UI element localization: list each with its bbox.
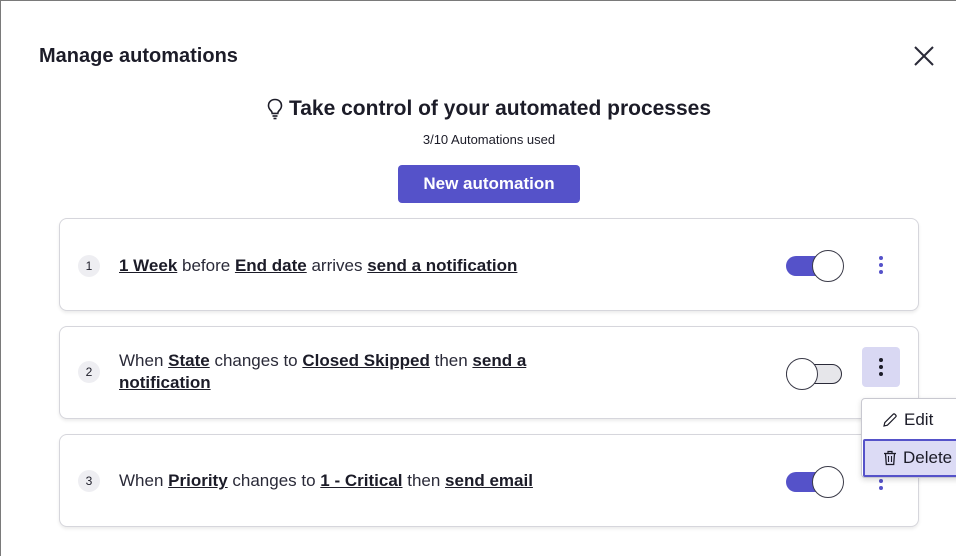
automation-rule: 1 Week before End date arrives send a no… xyxy=(119,256,518,275)
menu-item-label: Edit xyxy=(904,410,934,429)
rule-token-link[interactable]: State xyxy=(168,351,210,370)
rule-token-link[interactable]: 1 - Critical xyxy=(320,471,402,490)
dialog: Manage automations Take control of your … xyxy=(0,0,956,556)
automation-toggle[interactable] xyxy=(786,466,844,498)
automation-index: 3 xyxy=(78,470,100,492)
lightbulb-icon xyxy=(267,98,283,120)
context-menu: Edit Delete xyxy=(861,398,956,478)
kebab-icon xyxy=(879,256,883,274)
automation-toggle[interactable] xyxy=(786,358,844,390)
menu-item-delete[interactable]: Delete xyxy=(863,439,956,477)
rule-token-link[interactable]: send email xyxy=(445,471,533,490)
automation-index: 1 xyxy=(78,255,100,277)
automation-toggle[interactable] xyxy=(786,250,844,282)
kebab-icon xyxy=(879,358,883,376)
automation-index: 2 xyxy=(78,361,100,383)
automation-card-2: 2 When State changes to Closed Skipped t… xyxy=(59,326,919,419)
menu-item-edit[interactable]: Edit xyxy=(862,401,956,439)
more-options-button[interactable] xyxy=(862,245,900,285)
hero-header: Take control of your automated processes xyxy=(1,97,956,125)
close-icon xyxy=(914,46,934,66)
new-automation-button[interactable]: New automation xyxy=(398,165,580,203)
rule-token-link[interactable]: Priority xyxy=(168,471,228,490)
menu-item-label: Delete xyxy=(903,448,953,467)
pencil-icon xyxy=(883,413,897,427)
automation-rule: When Priority changes to 1 - Critical th… xyxy=(119,471,533,490)
dialog-title: Manage automations xyxy=(39,45,238,67)
automations-usage: 3/10 Automations used xyxy=(422,132,556,147)
more-options-button[interactable] xyxy=(862,347,900,387)
rule-token-link[interactable]: End date xyxy=(235,256,307,275)
close-button[interactable] xyxy=(911,43,937,69)
rule-token-link[interactable]: Closed Skipped xyxy=(302,351,430,370)
automation-card-1: 1 1 Week before End date arrives send a … xyxy=(59,218,919,311)
rule-token-link[interactable]: send a notification xyxy=(367,256,517,275)
hero-title: Take control of your automated processes xyxy=(288,97,712,120)
rule-token-link[interactable]: 1 Week xyxy=(119,256,177,275)
automation-card-3: 3 When Priority changes to 1 - Critical … xyxy=(59,434,919,527)
rule-token-link[interactable]: notification xyxy=(119,373,211,392)
rule-token-link[interactable]: send a xyxy=(472,351,526,370)
trash-icon xyxy=(884,450,896,466)
automation-rule: When State changes to Closed Skipped the… xyxy=(119,351,527,392)
